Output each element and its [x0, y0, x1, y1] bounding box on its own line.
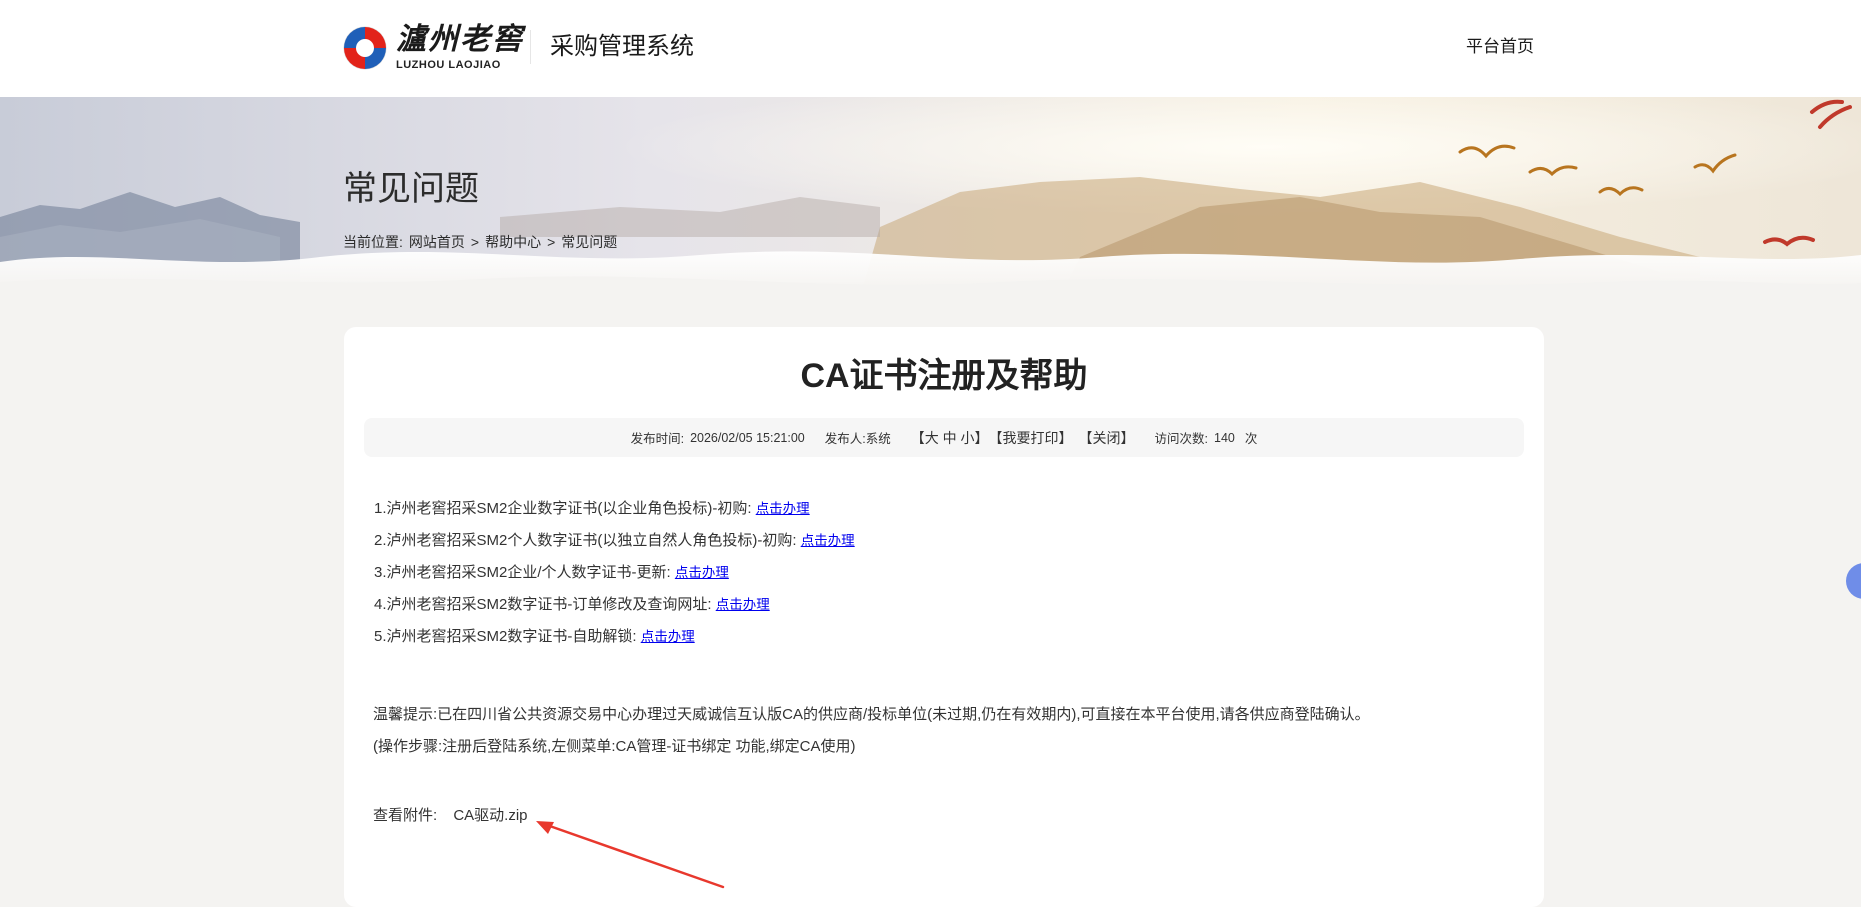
item-text: 2.泸州老窖招采SM2个人数字证书(以独立自然人角色投标)-初购: [374, 532, 797, 549]
visits-count: 140 [1214, 430, 1235, 445]
publisher: 系统 [865, 432, 891, 446]
system-name: 采购管理系统 [550, 33, 694, 60]
list-item: 3.泸州老窖招采SM2企业/个人数字证书-更新: 点击办理 [374, 557, 855, 589]
breadcrumb-separator: > [547, 234, 556, 250]
tip-steps-text: (操作步骤:注册后登陆系统,左侧菜单:CA管理-证书绑定 功能,绑定CA使用) [373, 738, 856, 755]
close-button[interactable]: 【关闭】 [1079, 428, 1135, 448]
list-item: 1.泸州老窖招采SM2企业数字证书(以企业角色投标)-初购: 点击办理 [374, 493, 855, 525]
page-banner: 常见问题 当前位置: 网站首页 > 帮助中心 > 常见问题 [0, 97, 1861, 297]
apply-link[interactable]: 点击办理 [641, 629, 695, 644]
breadcrumb-prefix: 当前位置: [343, 234, 403, 250]
list-item: 5.泸州老窖招采SM2数字证书-自助解锁: 点击办理 [374, 621, 855, 653]
item-text: 4.泸州老窖招采SM2数字证书-订单修改及查询网址: [374, 596, 712, 613]
apply-link[interactable]: 点击办理 [756, 501, 810, 516]
breadcrumb-help-center[interactable]: 帮助中心 [485, 232, 541, 252]
tip-text: 温馨提示:已在四川省公共资源交易中心办理过天威诚信互认版CA的供应商/投标单位(… [373, 706, 1370, 723]
print-button[interactable]: 【我要打印】 [989, 428, 1073, 448]
font-size-controls[interactable]: 【大 中 小】 [911, 428, 989, 448]
visits-unit: 次 [1244, 432, 1258, 446]
brand-logo[interactable]: 瀘州老窖 LUZHOU LAOJIAO [342, 21, 524, 75]
logo-swirl-icon [343, 26, 387, 70]
attachment-label: 查看附件: [373, 807, 438, 824]
site-header: 瀘州老窖 LUZHOU LAOJIAO 采购管理系统 平台首页 [0, 0, 1861, 97]
header-divider [530, 30, 531, 64]
article-title: CA证书注册及帮助 [800, 357, 1088, 395]
publish-time: 2026/02/05 15:21:00 [690, 430, 805, 445]
banner-landscape-image [0, 97, 1861, 297]
publish-time-label: 发布时间: [630, 432, 685, 446]
breadcrumb-home[interactable]: 网站首页 [409, 232, 465, 252]
breadcrumb: 当前位置: 网站首页 > 帮助中心 > 常见问题 [343, 232, 617, 252]
logo-chinese-wordmark: 瀘州老窖 [396, 22, 524, 57]
apply-link[interactable]: 点击办理 [675, 565, 729, 580]
apply-link[interactable]: 点击办理 [716, 597, 770, 612]
apply-link[interactable]: 点击办理 [801, 533, 855, 548]
item-text: 3.泸州老窖招采SM2企业/个人数字证书-更新: [374, 564, 671, 581]
logo-english-wordmark: LUZHOU LAOJIAO [396, 59, 501, 71]
article-meta-bar: 发布时间: 2026/02/05 15:21:00 发布人: 系统 【大 中 小… [364, 418, 1524, 457]
floating-side-tab[interactable] [1846, 563, 1861, 599]
annotation-arrow-icon [536, 821, 725, 889]
publisher-label: 发布人: [824, 432, 866, 446]
nav-platform-home[interactable]: 平台首页 [1466, 36, 1534, 58]
list-item: 4.泸州老窖招采SM2数字证书-订单修改及查询网址: 点击办理 [374, 589, 855, 621]
attachment-file-link[interactable]: CA驱动.zip [453, 807, 527, 824]
item-list: 1.泸州老窖招采SM2企业数字证书(以企业角色投标)-初购: 点击办理 2.泸州… [374, 493, 855, 653]
visits-label: 访问次数: [1154, 432, 1209, 446]
breadcrumb-separator: > [470, 234, 480, 250]
attachment-row: 查看附件: CA驱动.zip [373, 800, 528, 832]
item-text: 1.泸州老窖招采SM2企业数字证书(以企业角色投标)-初购: [374, 500, 752, 517]
page-title: 常见问题 [343, 170, 479, 208]
list-item: 2.泸州老窖招采SM2个人数字证书(以独立自然人角色投标)-初购: 点击办理 [374, 525, 855, 557]
breadcrumb-faq[interactable]: 常见问题 [561, 232, 617, 252]
item-text: 5.泸州老窖招采SM2数字证书-自助解锁: [374, 628, 637, 645]
